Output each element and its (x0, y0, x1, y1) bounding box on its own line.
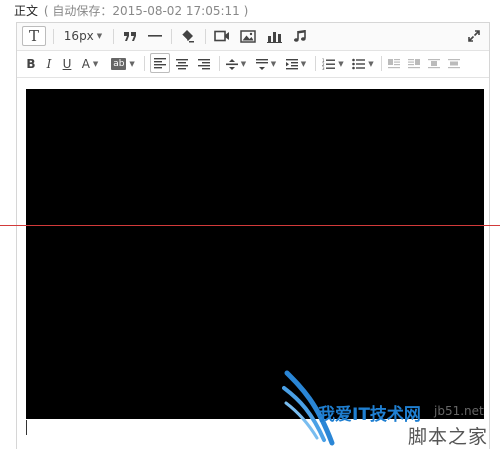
text-style-button[interactable]: T (22, 26, 46, 46)
line-spacing-button[interactable]: ▼ (223, 54, 249, 74)
watermark-domain: jb51.net (434, 404, 484, 418)
insert-chart-button[interactable] (263, 26, 285, 46)
divider (53, 29, 54, 44)
align-left-icon (154, 57, 166, 68)
watermark-brand: 我爱IT技术网 (318, 405, 421, 425)
toolbar-row-1: T 16px ▼ (17, 23, 489, 51)
highlight-glyph: ab (111, 58, 127, 70)
chevron-down-icon: ▼ (129, 60, 135, 68)
image-center-button[interactable] (425, 54, 443, 74)
rich-text-editor: T 16px ▼ B I U A ▼ ab ▼ ▼ ▼ ▼ 1 2 3 ▼ ▼ (16, 22, 490, 449)
insert-image-button[interactable] (237, 26, 259, 46)
image-icon (240, 29, 256, 43)
bullet-list-icon (352, 58, 366, 70)
video-icon (214, 30, 229, 42)
insert-video-button[interactable] (211, 26, 233, 46)
bold-button[interactable]: B (23, 54, 39, 74)
divider (205, 29, 206, 44)
watermark-site: 脚本之家 (408, 426, 489, 448)
divider (381, 56, 382, 71)
text-cursor (26, 420, 27, 435)
image-inline-button[interactable] (445, 54, 463, 74)
italic-button[interactable]: I (41, 54, 57, 74)
line-height-icon (225, 58, 238, 70)
toolbar-row-2: B I U A ▼ ab ▼ ▼ ▼ ▼ 1 2 3 ▼ ▼ (17, 51, 489, 78)
indent-icon (285, 58, 298, 69)
image-float-right-icon (408, 59, 420, 69)
ordered-list-button[interactable]: 123 ▼ (319, 54, 347, 74)
fullscreen-button[interactable] (464, 26, 484, 46)
bold-glyph: B (26, 57, 36, 71)
highlight-color-button[interactable]: ab ▼ (106, 54, 140, 74)
bar-chart-icon (266, 31, 282, 43)
image-float-left-icon (388, 59, 400, 69)
insert-music-button[interactable] (289, 26, 311, 46)
chevron-down-icon: ▼ (92, 60, 99, 68)
font-color-glyph: A (81, 57, 90, 71)
image-float-left-button[interactable] (385, 54, 403, 74)
italic-glyph: I (46, 57, 52, 71)
chevron-down-icon: ▼ (240, 60, 247, 68)
chevron-down-icon: ▼ (96, 32, 103, 40)
format-painter-button[interactable] (177, 26, 197, 46)
indent-button[interactable]: ▼ (283, 54, 309, 74)
expand-icon (468, 30, 480, 42)
font-color-button[interactable]: A ▼ (77, 54, 103, 74)
paragraph-spacing-button[interactable]: ▼ (253, 54, 279, 74)
divider (219, 56, 220, 71)
bullet-list-button[interactable]: ▼ (349, 54, 377, 74)
quote-button[interactable] (120, 26, 140, 46)
image-float-right-button[interactable] (405, 54, 423, 74)
align-center-icon (176, 58, 188, 69)
autosave-status: ( 自动保存：2015-08-02 17:05:11 ) (43, 4, 249, 18)
image-center-icon (428, 59, 440, 69)
inserted-black-image[interactable] (26, 89, 484, 419)
chevron-down-icon: ▼ (270, 60, 277, 68)
paragraph-spacing-icon (255, 58, 268, 70)
quote-icon (124, 32, 136, 41)
chevron-down-icon: ▼ (300, 60, 307, 68)
music-note-icon (294, 30, 306, 42)
editor-header: 正文 ( 自动保存：2015-08-02 17:05:11 ) (14, 2, 248, 20)
align-left-button[interactable] (150, 53, 170, 73)
divider (144, 56, 145, 71)
svg-text:3: 3 (322, 66, 325, 70)
horizontal-rule-icon (148, 35, 162, 37)
align-center-button[interactable] (172, 54, 192, 74)
font-size-value: 16px (63, 29, 94, 43)
chevron-down-icon: ▼ (338, 60, 344, 68)
align-right-button[interactable] (194, 54, 214, 74)
red-guide-line (0, 225, 500, 226)
horizontal-rule-button[interactable] (145, 26, 165, 46)
divider (171, 29, 172, 44)
underline-glyph: U (62, 57, 72, 71)
ordered-list-icon: 123 (322, 58, 336, 70)
underline-button[interactable]: U (59, 54, 75, 74)
divider (113, 29, 114, 44)
eraser-icon (181, 30, 194, 43)
align-right-icon (198, 58, 210, 69)
chevron-down-icon: ▼ (368, 60, 374, 68)
text-style-glyph: T (28, 27, 39, 45)
editor-title: 正文 (14, 4, 39, 18)
font-size-select[interactable]: 16px ▼ (61, 26, 105, 46)
divider (315, 56, 316, 71)
image-inline-icon (448, 59, 460, 69)
